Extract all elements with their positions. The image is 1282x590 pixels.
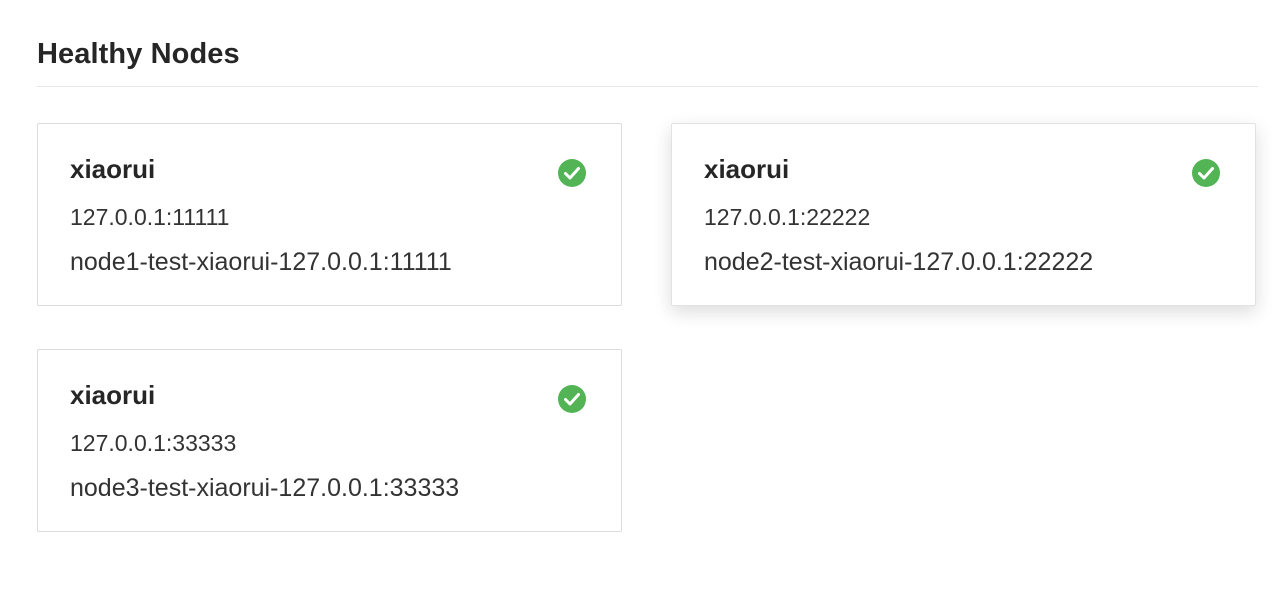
node-id: node3-test-xiaorui-127.0.0.1:33333 — [70, 474, 460, 502]
node-card-1[interactable]: xiaorui 127.0.0.1:11111 node1-test-xiaor… — [37, 123, 622, 306]
check-circle-icon — [1192, 159, 1220, 187]
node-name: xiaorui — [70, 380, 156, 410]
healthy-nodes-page: Healthy Nodes xiaorui 127.0.0.1:11111 no… — [0, 0, 1282, 590]
node-address: 127.0.0.1:22222 — [704, 204, 871, 230]
node-name: xiaorui — [704, 154, 790, 184]
node-address: 127.0.0.1:11111 — [70, 204, 230, 230]
check-circle-icon — [558, 385, 586, 413]
node-card-2[interactable]: xiaorui 127.0.0.1:22222 node2-test-xiaor… — [671, 123, 1256, 306]
node-name: xiaorui — [70, 154, 156, 184]
node-address: 127.0.0.1:33333 — [70, 430, 237, 456]
section-divider — [37, 86, 1258, 87]
check-circle-icon — [558, 159, 586, 187]
node-card-3[interactable]: xiaorui 127.0.0.1:33333 node3-test-xiaor… — [37, 349, 622, 532]
node-id: node1-test-xiaorui-127.0.0.1:11111 — [70, 248, 452, 276]
section-title: Healthy Nodes — [37, 38, 240, 70]
node-id: node2-test-xiaorui-127.0.0.1:22222 — [704, 248, 1094, 276]
